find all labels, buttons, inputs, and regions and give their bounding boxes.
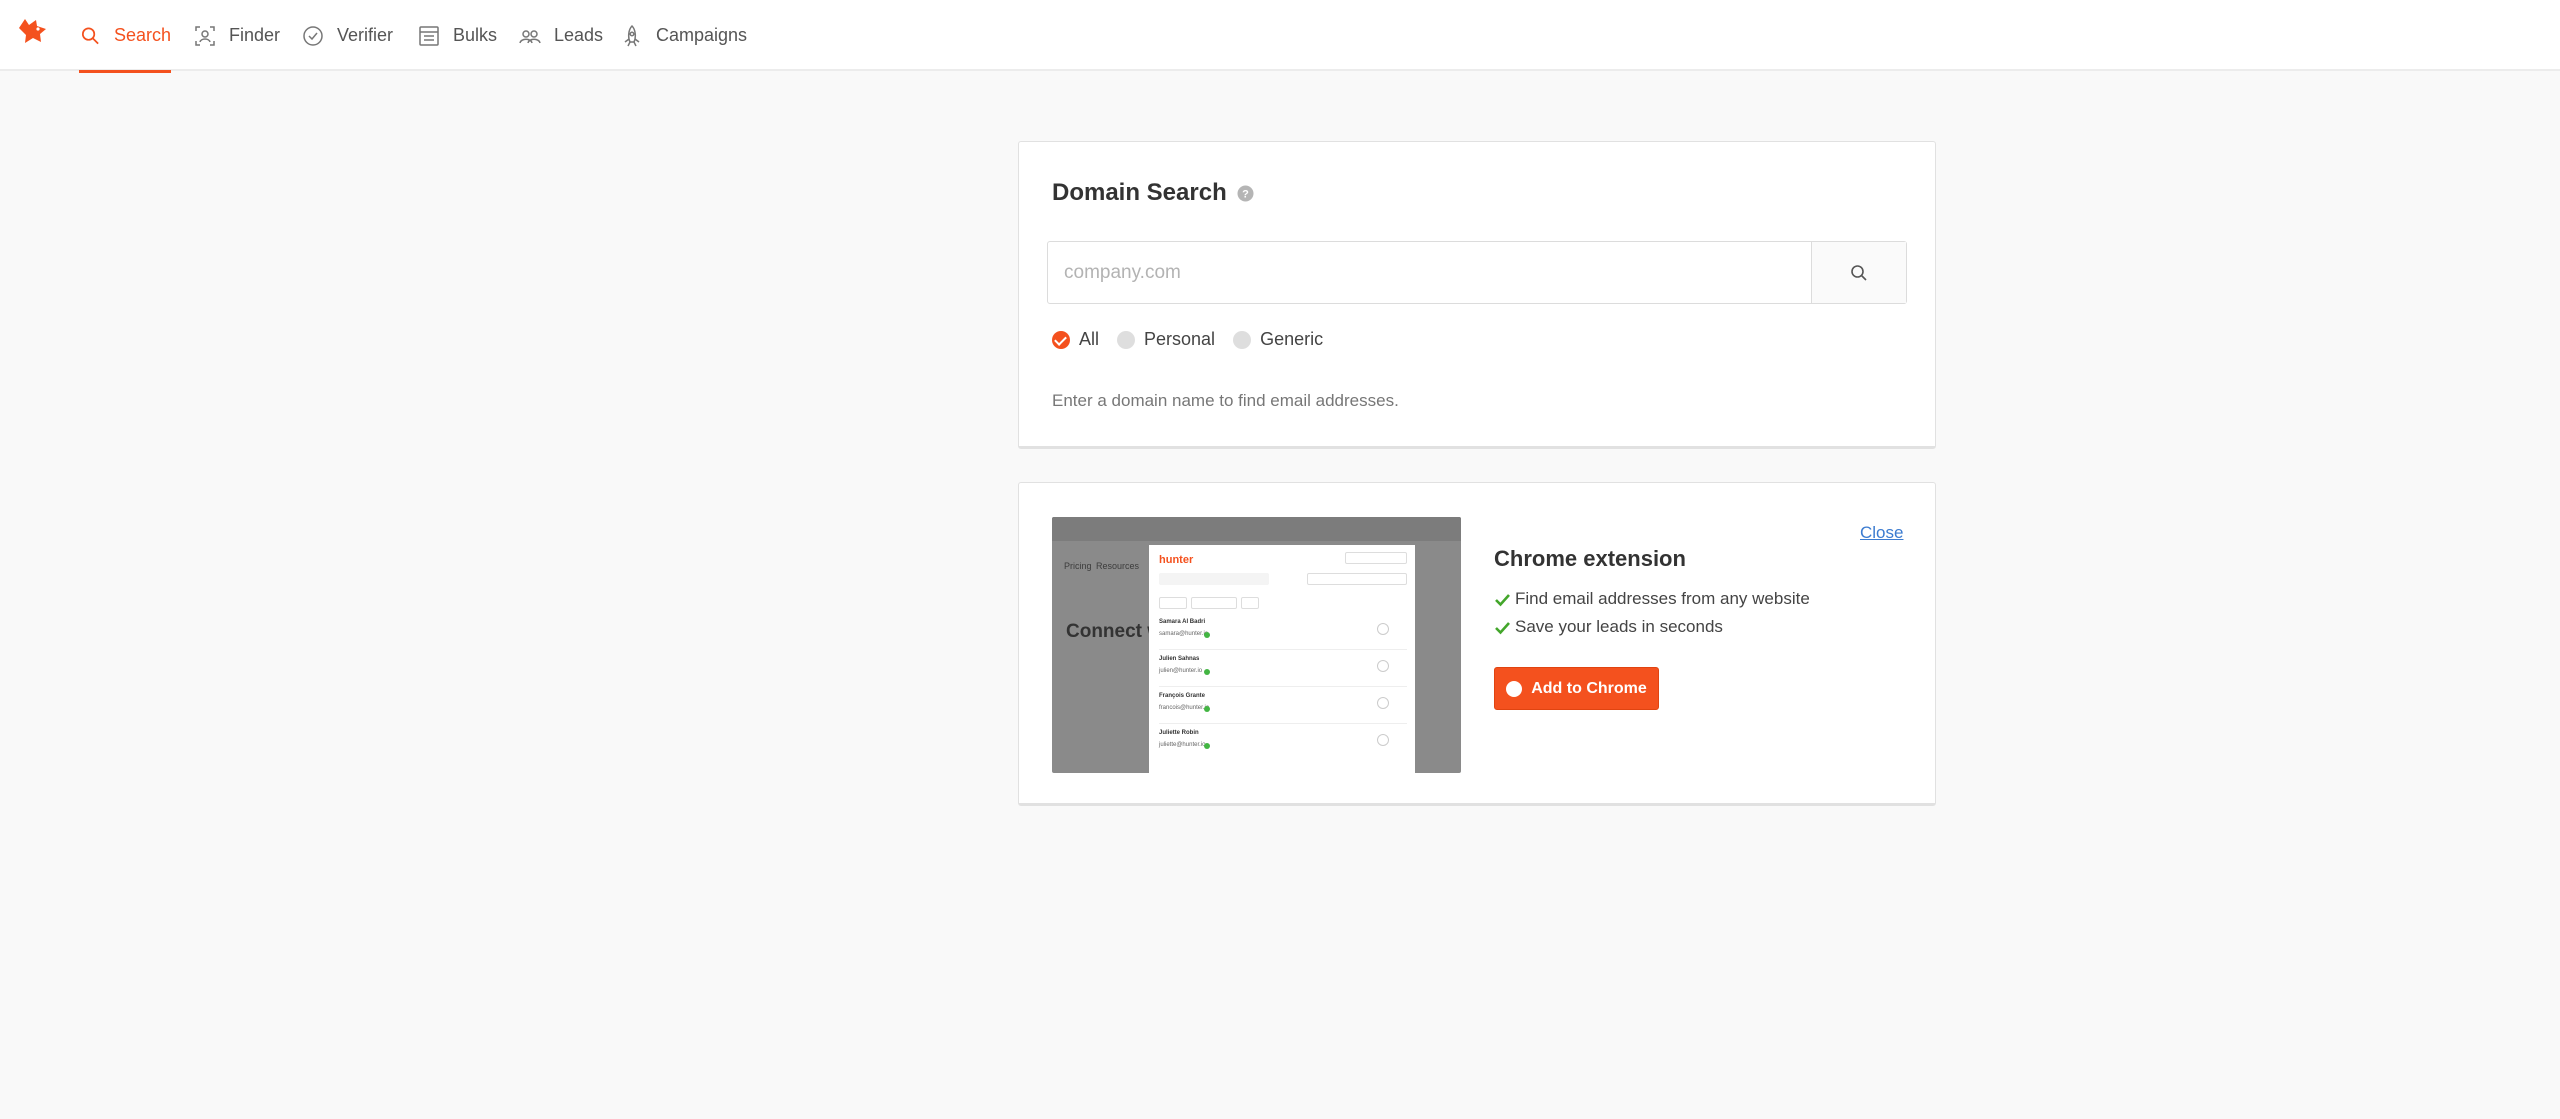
verified-dot-icon — [1204, 706, 1210, 712]
nav-bulks[interactable]: Bulks — [417, 0, 497, 71]
preview-search-field — [1307, 573, 1407, 585]
extension-feature: Save your leads in seconds — [1494, 617, 1723, 637]
search-icon — [1851, 264, 1867, 281]
filter-generic-radio[interactable]: Generic — [1233, 329, 1323, 350]
rocket-icon — [624, 24, 640, 46]
close-extension-link[interactable]: Close — [1860, 523, 1903, 543]
preview-row-check — [1377, 623, 1389, 635]
extension-feature-text: Save your leads in seconds — [1515, 617, 1723, 636]
preview-brand: hunter — [1159, 554, 1194, 566]
filter-personal-label: Personal — [1144, 329, 1216, 349]
extension-feature-text: Find email addresses from any website — [1515, 589, 1810, 608]
extension-preview-image: Pricing Resources Connect w hunter Samar… — [1052, 517, 1461, 773]
finder-icon — [195, 25, 215, 46]
check-circle-icon — [303, 25, 323, 46]
top-navigation: Search Finder Verifier Bulks Leads Campa… — [0, 0, 2560, 73]
verified-dot-icon — [1204, 669, 1210, 675]
domain-search-box — [1047, 241, 1907, 304]
preview-row: Juliette Robin juliette@hunter.io — [1159, 724, 1407, 761]
add-to-chrome-button[interactable]: Add to Chrome — [1494, 667, 1659, 710]
preview-browser-bar — [1052, 517, 1461, 541]
preview-tag — [1159, 597, 1187, 609]
preview-row-email: francois@hunter.io — [1159, 705, 1210, 711]
preview-tag — [1241, 597, 1259, 609]
preview-row-email: samara@hunter.io — [1159, 631, 1209, 637]
list-icon — [419, 25, 439, 46]
verified-dot-icon — [1204, 632, 1210, 638]
domain-search-hint: Enter a domain name to find email addres… — [1052, 391, 1399, 410]
domain-search-title: Domain Search ? — [1052, 179, 1254, 207]
domain-search-input[interactable] — [1048, 242, 1811, 303]
preview-pill — [1345, 552, 1407, 564]
preview-bg-heading: Connect w — [1066, 621, 1163, 642]
filter-all-radio[interactable]: All — [1052, 329, 1099, 350]
preview-row: Julien Sahnas julien@hunter.io — [1159, 650, 1407, 687]
preview-bg-nav-pricing: Pricing — [1064, 561, 1092, 571]
domain-search-button[interactable] — [1811, 242, 1906, 303]
chrome-extension-card: Pricing Resources Connect w hunter Samar… — [1018, 482, 1936, 806]
nav-search-label: Search — [113, 25, 171, 45]
nav-search[interactable]: Search — [79, 0, 171, 73]
nav-verifier[interactable]: Verifier — [301, 0, 393, 71]
extension-title: Chrome extension — [1494, 546, 1686, 571]
preview-row-name: Julien Sahnas — [1159, 656, 1200, 662]
preview-row-email: juliette@hunter.io — [1159, 742, 1206, 748]
nav-bulks-label: Bulks — [453, 25, 498, 45]
filter-all-label: All — [1079, 329, 1100, 349]
nav-leads-label: Leads — [554, 25, 604, 45]
preview-row-name: Juliette Robin — [1159, 730, 1199, 736]
domain-search-title-text: Domain Search — [1052, 179, 1227, 206]
preview-row-check — [1377, 660, 1389, 672]
radio-checked-icon — [1052, 330, 1070, 349]
nav-verifier-label: Verifier — [337, 25, 394, 45]
preview-row: François Grante francois@hunter.io — [1159, 687, 1407, 724]
preview-row-email: julien@hunter.io — [1159, 668, 1203, 674]
email-type-filters: All Personal Generic — [1052, 329, 1341, 350]
add-to-chrome-label: Add to Chrome — [1531, 679, 1647, 697]
preview-row: Samara Al Badri samara@hunter.io — [1159, 613, 1407, 650]
preview-pattern-bar — [1159, 573, 1269, 585]
filter-personal-radio[interactable]: Personal — [1117, 329, 1215, 350]
domain-search-card: Domain Search ? All Personal Generic Ent… — [1018, 141, 1936, 449]
filter-generic-label: Generic — [1260, 329, 1324, 349]
help-icon[interactable]: ? — [1237, 185, 1254, 202]
preview-hunter-panel: hunter Samara Al Badri samara@hunter.io … — [1149, 545, 1415, 773]
chrome-icon — [1506, 680, 1523, 697]
radio-unchecked-icon — [1233, 330, 1252, 349]
nav-finder-label: Finder — [229, 25, 281, 45]
preview-bg-nav-resources: Resources — [1096, 561, 1140, 571]
preview-tag — [1191, 597, 1237, 609]
extension-feature: Find email addresses from any website — [1494, 589, 1810, 609]
checkmark-icon — [1495, 593, 1510, 606]
nav-leads[interactable]: Leads — [518, 0, 603, 71]
preview-row-name: Samara Al Badri — [1159, 619, 1206, 625]
hunter-fox-logo-icon[interactable] — [16, 14, 50, 48]
nav-finder[interactable]: Finder — [193, 0, 280, 71]
leads-icon — [519, 29, 541, 43]
nav-campaigns-label: Campaigns — [656, 25, 748, 45]
nav-campaigns[interactable]: Campaigns — [620, 0, 747, 71]
svg-text:?: ? — [1242, 188, 1249, 200]
preview-row-name: François Grante — [1159, 693, 1206, 699]
radio-unchecked-icon — [1117, 330, 1136, 349]
verified-dot-icon — [1204, 743, 1210, 749]
preview-row-check — [1377, 697, 1389, 709]
preview-row-check — [1377, 734, 1389, 746]
checkmark-icon — [1495, 621, 1510, 634]
search-icon — [81, 26, 99, 44]
